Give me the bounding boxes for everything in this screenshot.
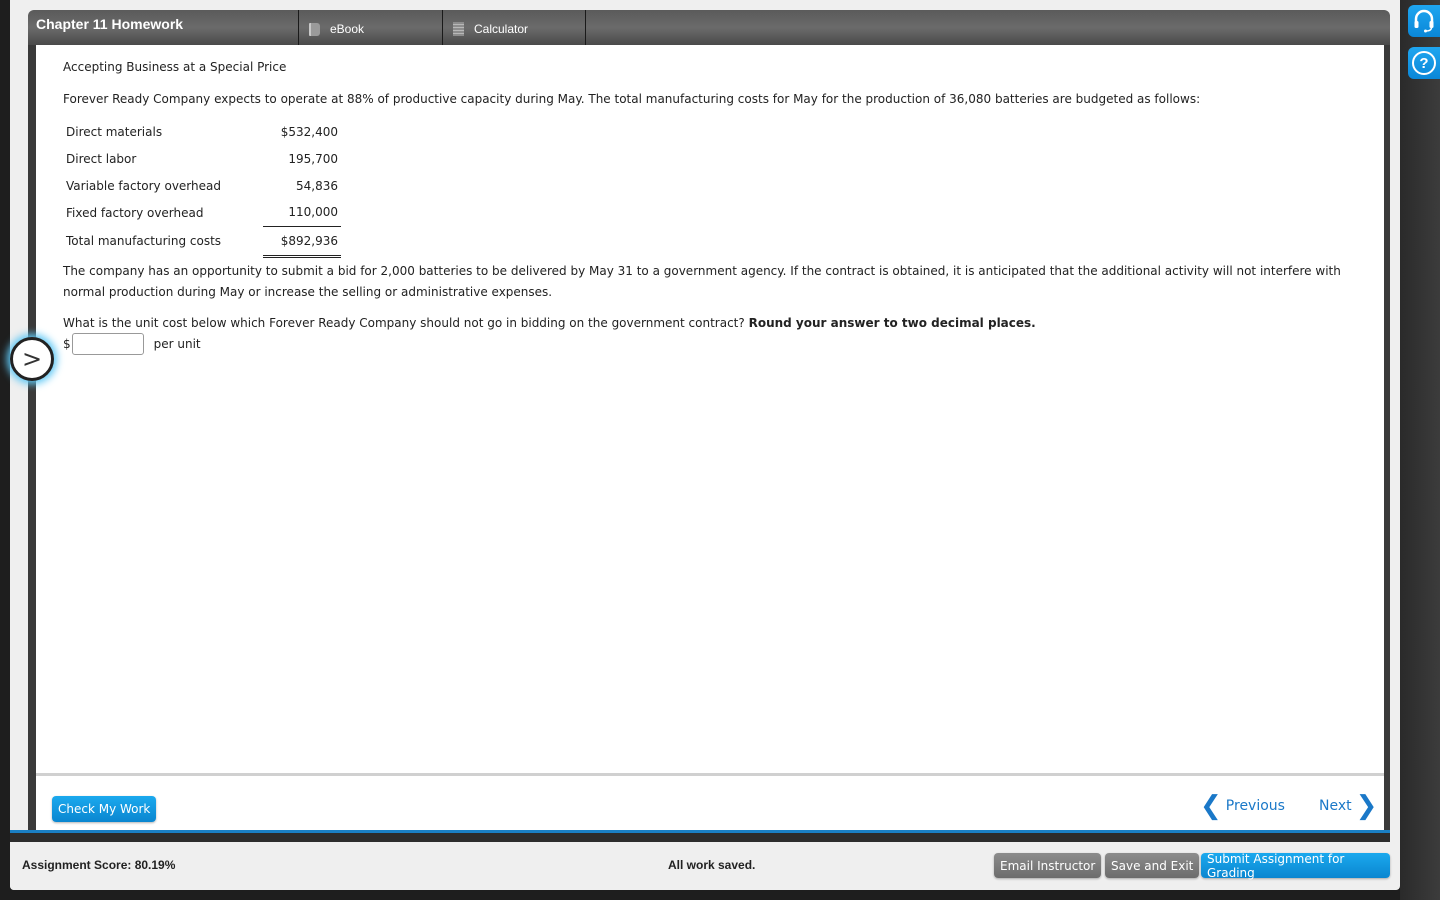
check-my-work-button[interactable]: Check My Work: [52, 796, 157, 822]
cost-label: Direct materials: [66, 124, 163, 139]
save-and-exit-button[interactable]: Save and Exit: [1105, 853, 1200, 878]
left-edge: [0, 0, 10, 900]
question-intro: Forever Ready Company expects to operate…: [63, 92, 1201, 106]
rounding-instruction: Round your answer to two decimal places.: [748, 316, 1036, 330]
cost-row: Fixed factory overhead 110,000: [63, 199, 341, 227]
answer-row: $ per unit: [63, 333, 201, 355]
assignment-header: Chapter 11 Homework eBook Calculator: [28, 10, 1390, 45]
next-button[interactable]: Next ❯: [1319, 793, 1377, 819]
cost-value: 54,836: [296, 178, 338, 193]
email-instructor-button[interactable]: Email Instructor: [994, 853, 1102, 878]
total-row: Total manufacturing costs $892,936: [63, 226, 341, 258]
expand-panel-button[interactable]: >: [10, 337, 54, 381]
chevron-left-icon: ❮: [1200, 791, 1222, 821]
help-button[interactable]: ?: [1408, 47, 1440, 79]
previous-button[interactable]: ❮ Previous: [1200, 793, 1285, 819]
question-prompt-text: What is the unit cost below which Foreve…: [63, 316, 745, 330]
submit-assignment-button[interactable]: Submit Assignment for Grading: [1201, 852, 1390, 880]
cost-row: Direct materials $532,400: [63, 118, 341, 145]
tab-ebook-label: eBook: [330, 22, 365, 36]
question-title: Accepting Business at a Special Price: [63, 60, 287, 74]
total-label: Total manufacturing costs: [66, 234, 222, 248]
currency-prefix: $: [63, 337, 71, 351]
question-paragraph: The company has an opportunity to submit…: [63, 264, 1341, 299]
support-button[interactable]: [1408, 5, 1440, 37]
tab-ebook[interactable]: eBook: [298, 10, 442, 45]
cost-label: Direct labor: [66, 151, 137, 166]
footer: Assignment Score: 80.19% All work saved.…: [10, 842, 1390, 890]
tab-calculator-label: Calculator: [474, 22, 529, 36]
question-prompt: What is the unit cost below which Foreve…: [63, 316, 1036, 330]
cost-value: $532,400: [280, 124, 338, 139]
question-actions: Check My Work ❮ Previous Next ❯: [36, 773, 1384, 830]
cost-value: 110,000: [263, 199, 341, 227]
cost-row: Variable factory overhead 54,836: [63, 172, 341, 199]
chevron-right-icon: ❯: [1355, 791, 1378, 821]
assignment-score: Assignment Score: 80.19%: [22, 858, 176, 872]
right-rail: [1400, 0, 1440, 900]
calculator-icon: [453, 22, 464, 36]
cost-table: Direct materials $532,400 Direct labor 1…: [63, 118, 341, 258]
cost-value: 195,700: [288, 151, 338, 166]
total-value: $892,936: [263, 226, 341, 258]
headset-icon: [1414, 9, 1434, 33]
divider: [10, 833, 1390, 842]
chevron-right-icon: >: [21, 345, 43, 373]
question-panel: Accepting Business at a Special Price Fo…: [36, 45, 1384, 773]
assignment-title: Chapter 11 Homework: [36, 16, 184, 32]
previous-label: Previous: [1225, 798, 1285, 814]
cost-label: Fixed factory overhead: [66, 205, 204, 220]
cost-row: Direct labor 195,700: [63, 145, 341, 172]
next-label: Next: [1319, 798, 1352, 814]
unit-suffix: per unit: [153, 337, 201, 351]
cost-label: Variable factory overhead: [66, 178, 221, 193]
book-icon: [309, 22, 320, 36]
help-icon: ?: [1412, 51, 1436, 75]
save-status: All work saved.: [668, 858, 756, 872]
unit-cost-input[interactable]: [71, 333, 144, 355]
tab-calculator[interactable]: Calculator: [442, 10, 586, 45]
